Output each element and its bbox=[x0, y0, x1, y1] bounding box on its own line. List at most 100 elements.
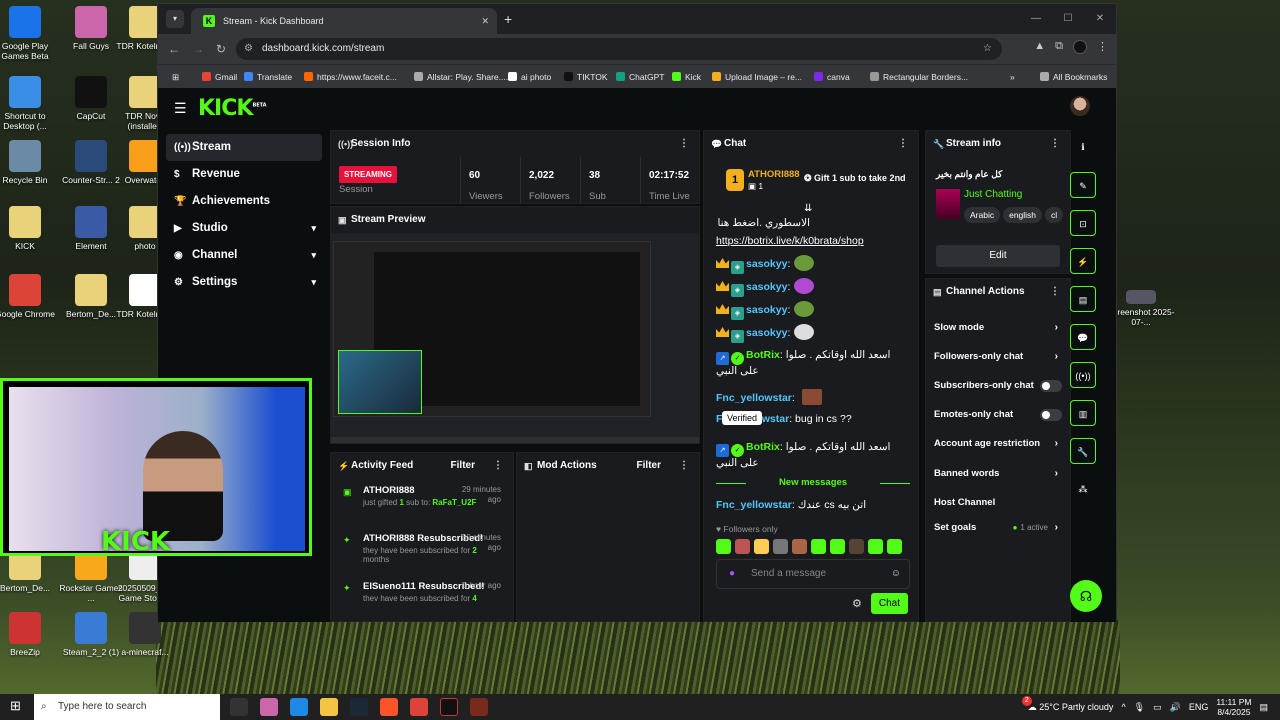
apps-icon[interactable]: ⁂ bbox=[1070, 476, 1096, 502]
filter-button[interactable]: Filter bbox=[451, 453, 475, 479]
stream-tag[interactable]: english bbox=[1003, 207, 1043, 223]
kick-emote-icon[interactable] bbox=[716, 539, 731, 554]
minimize-icon[interactable]: — bbox=[1020, 4, 1052, 34]
more-options-icon[interactable]: ⋮ bbox=[1050, 131, 1060, 157]
desktop-icon[interactable]: KICK bbox=[0, 206, 60, 251]
broadcast-icon[interactable]: ((•)) bbox=[1070, 362, 1096, 388]
emote-icon[interactable] bbox=[887, 539, 902, 554]
sidebar-item-revenue[interactable]: $ Revenue bbox=[166, 161, 322, 188]
chat-settings-icon[interactable]: ⚙ bbox=[852, 597, 862, 610]
chat-username[interactable]: sasokyy bbox=[746, 327, 787, 339]
channel-action-banned-words[interactable]: Banned words › bbox=[926, 459, 1070, 488]
edge-icon[interactable] bbox=[290, 698, 308, 716]
stream-preview-video[interactable] bbox=[331, 233, 699, 443]
task-view-icon[interactable] bbox=[230, 698, 248, 716]
sidebar-item-settings[interactable]: ⚙ Settings ▾ bbox=[166, 269, 322, 296]
channel-action-slow-mode[interactable]: Slow mode › bbox=[926, 313, 1070, 342]
toggle-switch[interactable] bbox=[1040, 409, 1062, 421]
emoji-icon[interactable]: ☺ bbox=[891, 560, 901, 588]
volume-icon[interactable]: 🔊 bbox=[1170, 702, 1181, 713]
bookmark-item[interactable]: Translate bbox=[244, 65, 292, 89]
emote-icon[interactable] bbox=[830, 539, 845, 554]
chrome-icon[interactable] bbox=[410, 698, 428, 716]
sidebar-item-achievements[interactable]: 🏆 Achievements bbox=[166, 188, 322, 215]
weather-widget[interactable]: 2 ☁ 25°C Partly cloudy bbox=[1021, 695, 1113, 713]
puzzle-icon[interactable]: ⧉ bbox=[1055, 40, 1063, 54]
emote-icon[interactable] bbox=[735, 539, 750, 554]
activity-item[interactable]: ✦ ElSueno111 Resubscribed! 1 hour ago thev … bbox=[331, 575, 513, 615]
language-indicator[interactable]: ENG bbox=[1189, 702, 1209, 712]
stream-tag[interactable]: cl bbox=[1045, 207, 1064, 223]
lightning-icon[interactable]: ⚡ bbox=[1070, 248, 1096, 274]
pinned-gift-message[interactable]: 1 ATHORI888 ▣ 1 ❂ Gift 1 sub to take 2nd bbox=[716, 167, 910, 207]
more-options-icon[interactable]: ⋮ bbox=[1050, 279, 1060, 305]
channel-action-set-goals[interactable]: Set goals›1 active bbox=[926, 513, 1070, 542]
bookmark-item[interactable]: Upload Image – re... bbox=[712, 65, 802, 89]
bookmarks-overflow-icon[interactable]: » bbox=[1010, 65, 1015, 89]
maximize-icon[interactable]: ☐ bbox=[1052, 4, 1084, 34]
chat-username[interactable]: BotRix bbox=[746, 441, 780, 453]
apps-grid-icon[interactable]: ⊞ bbox=[172, 65, 179, 89]
new-tab-button[interactable]: + bbox=[504, 8, 512, 30]
chat-username[interactable]: sasokyy bbox=[746, 281, 787, 293]
chat-username[interactable]: Fnc_yellowstar bbox=[716, 392, 792, 404]
reload-icon[interactable]: ↻ bbox=[216, 40, 226, 58]
bookmark-item[interactable]: Rectangular Borders... bbox=[870, 65, 968, 89]
chat-username[interactable]: Fnc_yellowstar bbox=[716, 499, 792, 511]
bookmark-item[interactable]: Kick bbox=[672, 65, 701, 89]
clock[interactable]: 11:11 PM 8/4/2025 bbox=[1216, 697, 1251, 717]
screen-capture-icon[interactable]: ⊡ bbox=[1070, 210, 1096, 236]
microphone-tray-icon[interactable]: 🎙 bbox=[1134, 702, 1145, 713]
file-explorer-icon[interactable] bbox=[320, 698, 338, 716]
chat-bubble-icon[interactable]: 💬 bbox=[1070, 324, 1096, 350]
collapse-pin-icon[interactable]: ⇊ bbox=[804, 203, 812, 214]
emote-icon[interactable] bbox=[868, 539, 883, 554]
site-info-icon[interactable]: ⚙ bbox=[244, 38, 253, 60]
stream-tag[interactable]: Arabic bbox=[964, 207, 1001, 223]
desktop-icon[interactable]: Recycle Bin bbox=[0, 140, 60, 185]
brave-icon[interactable] bbox=[380, 698, 398, 716]
chat-username[interactable]: BotRix bbox=[746, 349, 780, 361]
sidebar-item-studio[interactable]: ▶ Studio ▾ bbox=[166, 215, 322, 242]
hamburger-menu-icon[interactable]: ☰ bbox=[174, 100, 188, 117]
stream-category[interactable]: Just Chatting bbox=[964, 189, 1022, 200]
extension-icon[interactable]: ▲ bbox=[1034, 40, 1045, 54]
filter-button[interactable]: Filter bbox=[637, 453, 661, 479]
tab-search-icon[interactable]: ▾ bbox=[166, 10, 184, 28]
edit-stream-info-button[interactable]: Edit bbox=[936, 245, 1060, 267]
profile-icon[interactable] bbox=[1073, 40, 1087, 54]
layout-icon[interactable]: ▥ bbox=[1070, 400, 1096, 426]
close-tab-icon[interactable]: ✕ bbox=[481, 8, 489, 34]
emote-icon[interactable] bbox=[754, 539, 769, 554]
edit-pencil-icon[interactable]: ✎ bbox=[1070, 172, 1096, 198]
bookmark-item[interactable]: canva bbox=[814, 65, 850, 89]
close-window-icon[interactable]: ✕ bbox=[1084, 4, 1116, 34]
more-options-icon[interactable]: ⋮ bbox=[898, 131, 908, 157]
more-options-icon[interactable]: ⋮ bbox=[679, 131, 689, 157]
desktop-icon[interactable]: Shortcut to Desktop (... bbox=[0, 76, 60, 131]
new-messages-divider[interactable]: New messages bbox=[716, 477, 910, 488]
bookmark-star-icon[interactable]: ☆ bbox=[983, 38, 992, 60]
bookmark-item[interactable]: Gmail bbox=[202, 65, 237, 89]
forward-icon[interactable]: → bbox=[192, 40, 204, 58]
url-input[interactable]: ⚙ dashboard.kick.com/stream ☆ bbox=[236, 38, 1002, 60]
menu-dots-icon[interactable]: ⋮ bbox=[1097, 40, 1108, 54]
tab-kick-dashboard[interactable]: K Stream - Kick Dashboard ✕ bbox=[191, 8, 497, 34]
back-icon[interactable]: ← bbox=[168, 40, 180, 58]
send-chat-button[interactable]: Chat bbox=[870, 593, 908, 614]
emote-icon[interactable] bbox=[811, 539, 826, 554]
emote-icon[interactable] bbox=[849, 539, 864, 554]
channel-action-followers-only-chat[interactable]: Followers-only chat › bbox=[926, 342, 1070, 371]
chat-input[interactable]: ● Send a message ☺ bbox=[716, 559, 910, 589]
channel-action-emotes-only-chat[interactable]: Emotes-only chat bbox=[926, 400, 1070, 429]
app-icon[interactable] bbox=[440, 698, 458, 716]
desktop-icon[interactable]: BreeZip bbox=[0, 612, 60, 657]
activity-item[interactable]: ▣ ATHORI888 29 minutes ago just gifted 1 su… bbox=[331, 479, 513, 519]
emote-icon[interactable] bbox=[773, 539, 788, 554]
chevron-up-icon[interactable]: ^ bbox=[1121, 702, 1125, 712]
document-icon[interactable]: ▤ bbox=[1070, 286, 1096, 312]
sidebar-item-stream[interactable]: ((•)) Stream bbox=[166, 134, 322, 161]
microphone-icon[interactable]: ● bbox=[729, 560, 735, 588]
channel-action-subscribers-only-chat[interactable]: Subscribers-only chat bbox=[926, 371, 1070, 400]
all-bookmarks[interactable]: All Bookmarks bbox=[1040, 65, 1107, 89]
